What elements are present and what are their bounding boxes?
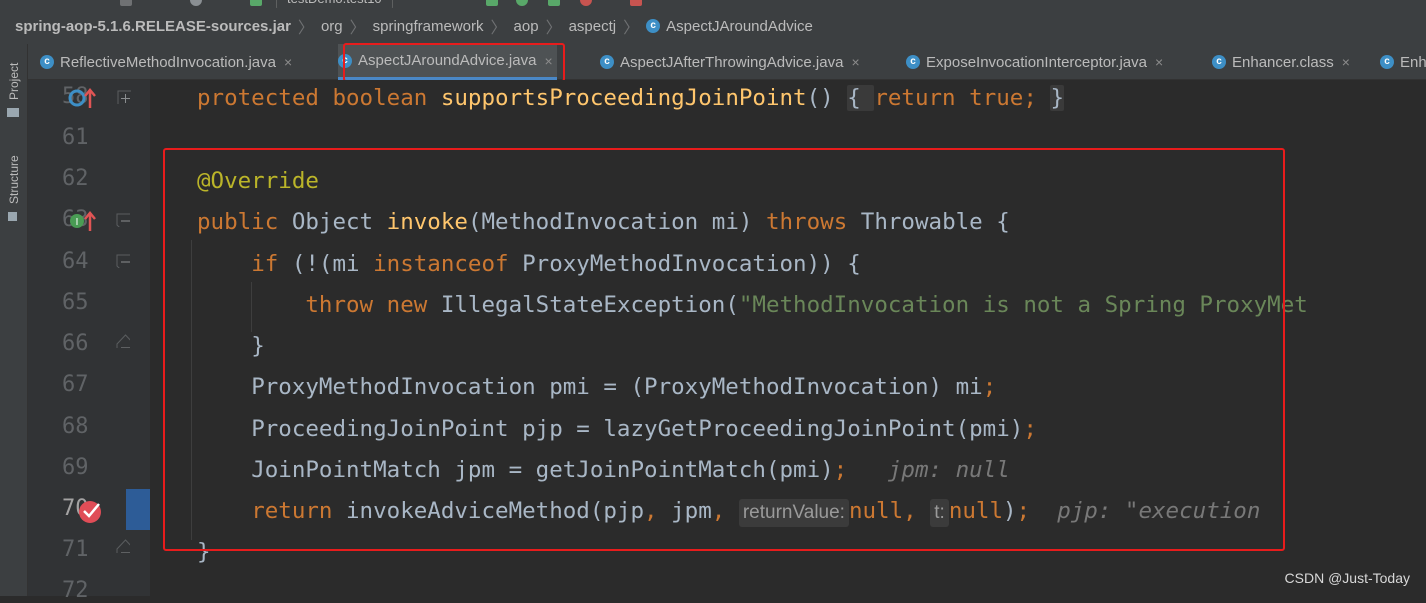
implements-method-icon[interactable]: I [68,211,98,233]
editor-tab-bar: c ReflectiveMethodInvocation.java × c As… [28,44,1426,80]
main-toolbar: testDemo.test10 [0,0,1426,10]
stop-icon[interactable] [630,0,642,6]
tab-label: Enh [1400,53,1426,71]
folder-icon [7,108,19,117]
structure-icon [8,212,17,221]
tab-enhancer-class[interactable]: c Enhancer.class × [1212,44,1350,80]
close-icon[interactable]: × [1155,54,1163,70]
breakpoint-icon[interactable] [77,497,105,525]
folded-block-open[interactable]: { [847,85,875,111]
tab-aspectj-after-throwing-advice[interactable]: c AspectJAfterThrowingAdvice.java × [600,44,860,80]
line-number: 67 [62,372,89,397]
line-number: 61 [62,125,89,150]
line-number: 71 [62,537,89,562]
class-icon: c [646,19,661,33]
keyword: protected [197,85,319,111]
chevron-right-icon: 〉 [349,20,366,37]
breadcrumb-item-class[interactable]: AspectJAroundAdvice [666,18,813,35]
build-icon[interactable] [250,0,262,6]
close-icon[interactable]: × [1342,54,1350,70]
line-number: 72 [62,578,89,603]
tab-label: AspectJAfterThrowingAdvice.java [620,53,844,71]
class-icon: c [40,55,54,69]
debug-icon[interactable] [516,0,528,6]
semicolon: ; [1023,85,1037,111]
close-icon[interactable]: × [851,54,859,70]
line-number: 64 [62,249,89,274]
run-icon[interactable] [486,0,498,6]
code-text: () [806,85,834,111]
overrides-method-icon[interactable] [68,88,98,110]
fold-collapse-icon[interactable] [116,213,130,227]
breadcrumb-item-aop[interactable]: aop [514,18,539,35]
chevron-right-icon: 〉 [623,20,640,37]
fold-collapse-icon[interactable] [116,254,130,268]
line-number: 69 [62,455,89,480]
keyword: true [969,85,1024,111]
fold-end-icon[interactable] [116,539,130,553]
line-number: 62 [62,166,89,191]
close-icon[interactable]: × [284,54,292,70]
class-icon: c [1380,55,1394,69]
chevron-right-icon: 〉 [545,20,562,37]
breadcrumb-item-springframework[interactable]: springframework [373,18,484,35]
method-name: supportsProceedingJoinPoint [440,85,807,111]
active-tab-highlight-box [343,43,565,82]
breadcrumb: spring-aop-5.1.6.RELEASE-sources.jar 〉 o… [0,8,1426,44]
code-text: } [1050,85,1064,111]
tab-label: Enhancer.class [1232,53,1334,71]
code-line-58: protected boolean supportsProceedingJoin… [197,83,1064,113]
breadcrumb-item-jar[interactable]: spring-aop-5.1.6.RELEASE-sources.jar [15,18,291,35]
line-number: 68 [62,414,89,439]
class-icon: c [906,55,920,69]
structure-tool-button[interactable]: Structure [7,155,21,204]
profile-icon[interactable] [580,0,592,6]
fold-end-icon[interactable] [116,334,130,348]
left-tool-strip: Project Structure [0,44,28,596]
keyword: return [874,85,956,111]
fold-expand-icon[interactable] [117,90,131,104]
breadcrumb-item-aspectj[interactable]: aspectj [569,18,617,35]
class-icon: c [600,55,614,69]
tab-reflective-method-invocation[interactable]: c ReflectiveMethodInvocation.java × [40,44,292,80]
tab-label: ExposeInvocationInterceptor.java [926,53,1147,71]
watermark: CSDN @Just-Today [1284,570,1410,586]
tab-label: ReflectiveMethodInvocation.java [60,53,276,71]
breadcrumb-item-org[interactable]: org [321,18,343,35]
tab-enhancer-truncated[interactable]: c Enh [1380,44,1426,80]
code-text: { [847,85,861,111]
line-number: 65 [62,290,89,315]
class-icon: c [1212,55,1226,69]
coverage-icon[interactable] [548,0,560,6]
keyword: boolean [332,85,428,111]
line-number: 66 [62,331,89,356]
code-highlight-box [163,148,1285,551]
chevron-right-icon: 〉 [297,20,314,37]
project-tool-button[interactable]: Project [7,63,21,100]
user-icon[interactable] [190,0,202,6]
tab-expose-invocation-interceptor[interactable]: c ExposeInvocationInterceptor.java × [906,44,1163,80]
chevron-right-icon: 〉 [490,20,507,37]
svg-text:I: I [76,217,79,228]
folded-block-close[interactable]: } [1050,85,1064,111]
back-icon[interactable] [120,0,132,6]
